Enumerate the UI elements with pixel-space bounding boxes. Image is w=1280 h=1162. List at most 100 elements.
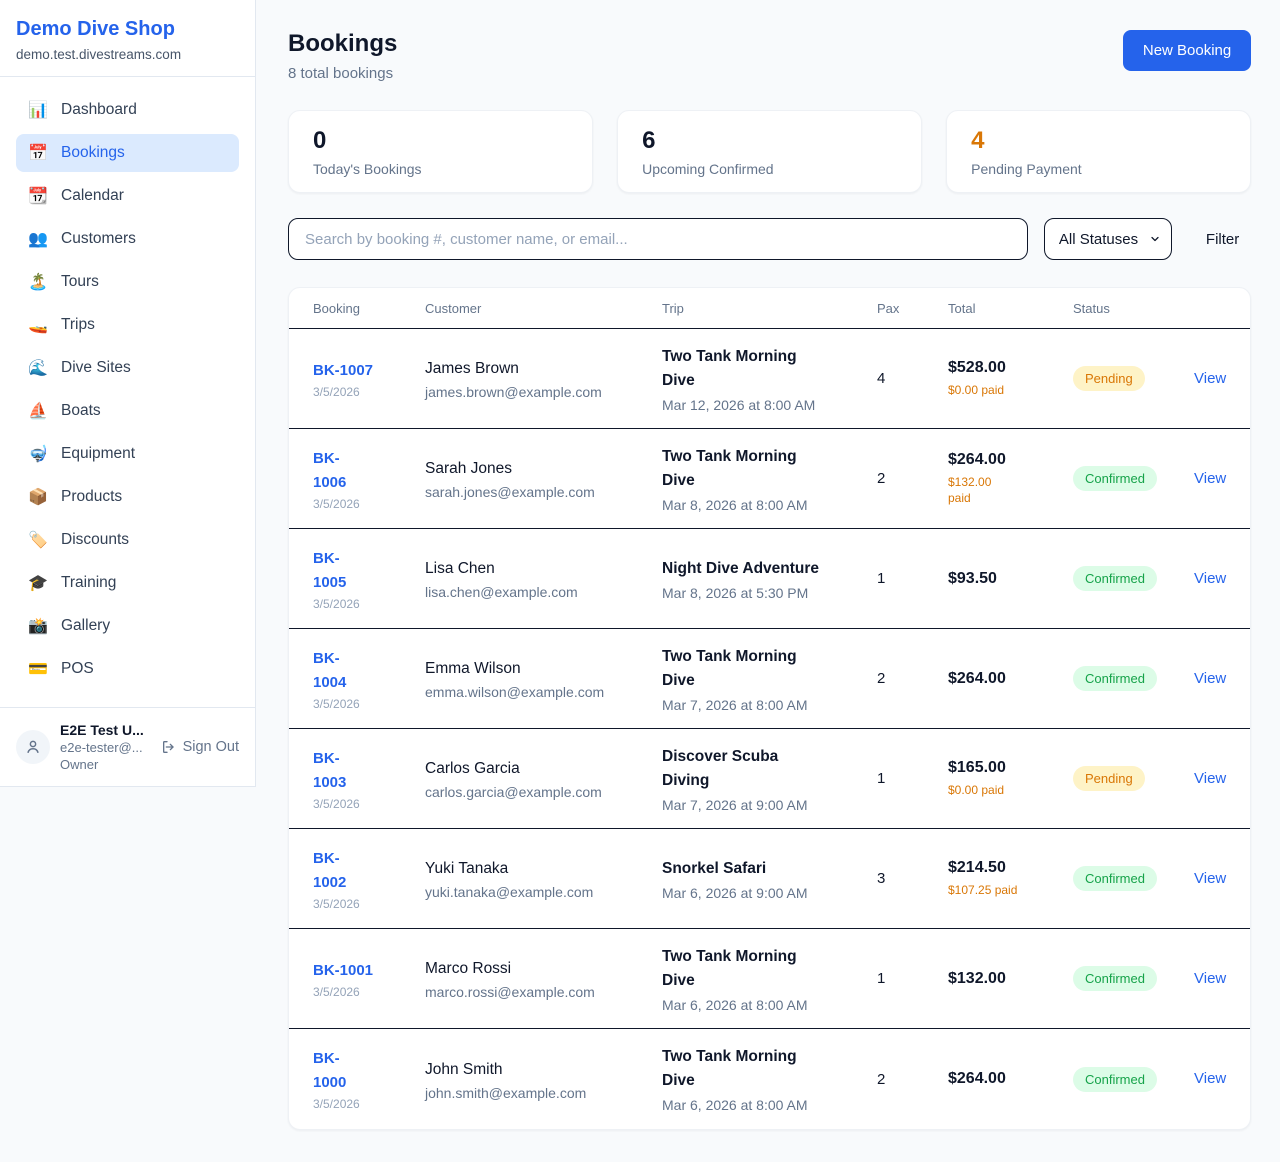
view-link[interactable]: View (1194, 870, 1226, 887)
sidebar-item-tours[interactable]: 🏝️ Tours (16, 263, 239, 301)
booking-date: 3/5/2026 (313, 1097, 425, 1111)
booking-date: 3/5/2026 (313, 697, 425, 711)
column-header-pax: Pax (877, 301, 948, 316)
sign-out-label: Sign Out (183, 739, 239, 755)
trips-icon: 🚤 (28, 315, 48, 335)
trip-datetime: Mar 7, 2026 at 8:00 AM (662, 697, 877, 713)
page-header: Bookings 8 total bookings New Booking (288, 30, 1251, 82)
sidebar-item-gallery[interactable]: 📸 Gallery (16, 607, 239, 645)
booking-id-link[interactable]: BK- 1003 (313, 747, 425, 795)
table-row: BK- 1000 3/5/2026 John Smith john.smith@… (289, 1029, 1250, 1129)
customer-name: John Smith (425, 1058, 662, 1082)
sidebar-item-customers[interactable]: 👥 Customers (16, 220, 239, 258)
brand-name[interactable]: Demo Dive Shop (16, 18, 239, 41)
view-link[interactable]: View (1194, 770, 1226, 787)
column-header-booking: Booking (313, 301, 425, 316)
view-link[interactable]: View (1194, 1070, 1226, 1087)
trip-datetime: Mar 6, 2026 at 8:00 AM (662, 997, 877, 1013)
filter-button[interactable]: Filter (1206, 231, 1239, 248)
customer-email: yuki.tanaka@example.com (425, 884, 662, 900)
status-badge: Confirmed (1073, 866, 1157, 891)
view-link[interactable]: View (1194, 570, 1226, 587)
customer-email: marco.rossi@example.com (425, 984, 662, 1000)
sidebar-item-boats[interactable]: ⛵ Boats (16, 392, 239, 430)
sidebar-item-training[interactable]: 🎓 Training (16, 564, 239, 602)
booking-date: 3/5/2026 (313, 497, 425, 511)
booking-id-link[interactable]: BK-1007 (313, 359, 425, 383)
customer-name: James Brown (425, 357, 662, 381)
new-booking-button[interactable]: New Booking (1123, 30, 1251, 71)
sidebar-item-dashboard[interactable]: 📊 Dashboard (16, 91, 239, 129)
sidebar-item-products[interactable]: 📦 Products (16, 478, 239, 516)
customer-name: Emma Wilson (425, 657, 662, 681)
sidebar-item-label: Training (61, 574, 116, 592)
booking-id-link[interactable]: BK- 1005 (313, 547, 425, 595)
stat-label: Upcoming Confirmed (642, 161, 897, 177)
status-select[interactable]: All Statuses (1044, 218, 1172, 260)
sidebar-item-pos[interactable]: 💳 POS (16, 650, 239, 688)
sidebar-item-label: Discounts (61, 531, 129, 549)
table-row: BK-1007 3/5/2026 James Brown james.brown… (289, 329, 1250, 429)
pax-count: 2 (877, 670, 948, 687)
dive-sites-icon: 🌊 (28, 358, 48, 378)
stat-value: 4 (971, 126, 1226, 156)
sidebar-nav: 📊 Dashboard 📅 Bookings 📆 Calendar 👥 Cust… (0, 77, 255, 707)
booking-id-link[interactable]: BK-1001 (313, 959, 425, 983)
page-title: Bookings (288, 30, 397, 58)
boats-icon: ⛵ (28, 401, 48, 421)
table-row: BK- 1006 3/5/2026 Sarah Jones sarah.jone… (289, 429, 1250, 529)
booking-id-link[interactable]: BK- 1006 (313, 447, 425, 495)
sidebar-item-dive-sites[interactable]: 🌊 Dive Sites (16, 349, 239, 387)
avatar (16, 730, 50, 764)
calendar-icon: 📆 (28, 186, 48, 206)
sidebar-item-calendar[interactable]: 📆 Calendar (16, 177, 239, 215)
table-row: BK- 1004 3/5/2026 Emma Wilson emma.wilso… (289, 629, 1250, 729)
trip-name: Two Tank Morning Dive (662, 1045, 877, 1093)
pax-count: 3 (877, 870, 948, 887)
customers-icon: 👥 (28, 229, 48, 249)
search-input[interactable] (288, 218, 1028, 260)
user-name: E2E Test U... (60, 722, 144, 738)
booking-id-link[interactable]: BK- 1000 (313, 1047, 425, 1095)
view-link[interactable]: View (1194, 670, 1226, 687)
total-amount: $264.00 (948, 1070, 1073, 1088)
customer-email: carlos.garcia@example.com (425, 784, 662, 800)
paid-amount: $0.00 paid (948, 382, 1073, 398)
trip-datetime: Mar 6, 2026 at 9:00 AM (662, 885, 877, 901)
customer-email: emma.wilson@example.com (425, 684, 662, 700)
sidebar-item-trips[interactable]: 🚤 Trips (16, 306, 239, 344)
status-badge: Confirmed (1073, 466, 1157, 491)
training-icon: 🎓 (28, 573, 48, 593)
sidebar-item-bookings[interactable]: 📅 Bookings (16, 134, 239, 172)
column-header-status: Status (1073, 301, 1194, 316)
total-bookings-count: 8 total bookings (288, 65, 397, 82)
pax-count: 4 (877, 370, 948, 387)
status-badge: Confirmed (1073, 1067, 1157, 1092)
view-link[interactable]: View (1194, 470, 1226, 487)
booking-id-link[interactable]: BK- 1002 (313, 847, 425, 895)
view-link[interactable]: View (1194, 970, 1226, 987)
pos-icon: 💳 (28, 659, 48, 679)
sign-out-button[interactable]: Sign Out (161, 739, 239, 755)
sidebar-item-label: Equipment (61, 445, 135, 463)
sidebar-item-discounts[interactable]: 🏷️ Discounts (16, 521, 239, 559)
sidebar-item-label: Boats (61, 402, 101, 420)
pax-count: 2 (877, 470, 948, 487)
trip-name: Two Tank Morning Dive (662, 645, 877, 693)
customer-name: Carlos Garcia (425, 757, 662, 781)
total-amount: $264.00 (948, 670, 1073, 688)
total-amount: $264.00 (948, 451, 1073, 469)
sidebar-item-label: Bookings (61, 144, 125, 162)
sidebar-item-equipment[interactable]: 🤿 Equipment (16, 435, 239, 473)
booking-id-link[interactable]: BK- 1004 (313, 647, 425, 695)
sidebar-item-label: Gallery (61, 617, 110, 635)
customer-email: james.brown@example.com (425, 384, 662, 400)
booking-date: 3/5/2026 (313, 385, 425, 399)
stats-row: 0 Today's Bookings 6 Upcoming Confirmed … (288, 110, 1251, 193)
view-link[interactable]: View (1194, 370, 1226, 387)
paid-amount: $0.00 paid (948, 782, 1073, 798)
products-icon: 📦 (28, 487, 48, 507)
sidebar-item-label: Dive Sites (61, 359, 131, 377)
customer-name: Lisa Chen (425, 557, 662, 581)
stat-label: Today's Bookings (313, 161, 568, 177)
